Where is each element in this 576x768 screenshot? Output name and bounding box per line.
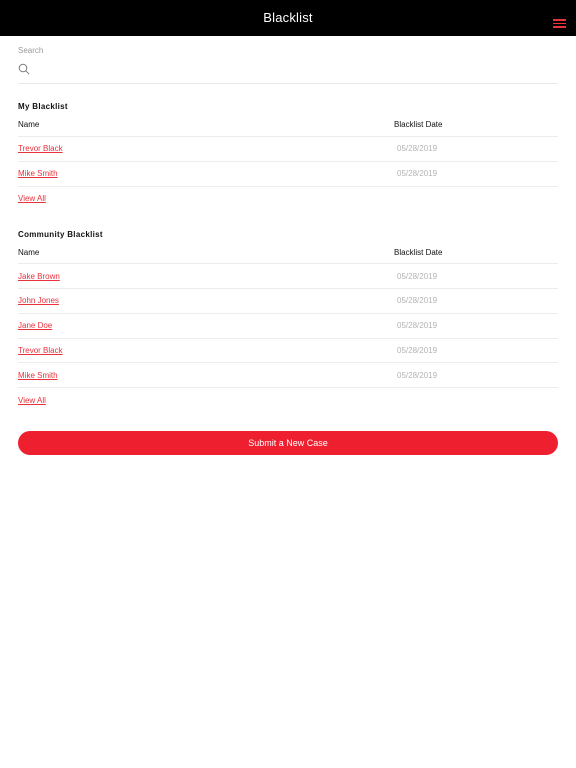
table-row: Mike Smith 05/28/2019 [18, 162, 558, 186]
divider [18, 186, 558, 187]
search-input[interactable] [36, 60, 536, 80]
community-blacklist-name-header: Name [18, 248, 40, 257]
blacklist-date: 05/28/2019 [397, 169, 438, 178]
blacklist-name-link[interactable]: Jake Brown [18, 272, 60, 281]
search-label: Search [18, 46, 44, 55]
table-row: Jake Brown 05/28/2019 [18, 265, 558, 289]
divider [18, 387, 558, 388]
blacklist-date: 05/28/2019 [397, 296, 438, 305]
hamburger-icon-line [553, 22, 566, 24]
table-row: John Jones 05/28/2019 [18, 289, 558, 313]
page-title: Blacklist [263, 10, 313, 25]
divider [18, 362, 558, 363]
community-blacklist-view-all-link[interactable]: View All [18, 396, 46, 405]
blacklist-date: 05/28/2019 [397, 346, 438, 355]
submit-new-case-button[interactable]: Submit a New Case [18, 431, 558, 455]
blacklist-name-link[interactable]: John Jones [18, 296, 59, 305]
blacklist-name-link[interactable]: Mike Smith [18, 371, 58, 380]
table-row: Jane Doe 05/28/2019 [18, 314, 558, 338]
top-bar: Blacklist [0, 0, 576, 36]
my-blacklist-view-all-link[interactable]: View All [18, 194, 46, 203]
my-blacklist-title: My Blacklist [18, 102, 68, 111]
blacklist-name-link[interactable]: Trevor Black [18, 346, 63, 355]
community-blacklist-title: Community Blacklist [18, 230, 103, 239]
search-field[interactable] [18, 60, 558, 84]
table-row: Trevor Black 05/28/2019 [18, 137, 558, 161]
blacklist-date: 05/28/2019 [397, 371, 438, 380]
hamburger-icon-line [553, 26, 566, 28]
table-row: Mike Smith 05/28/2019 [18, 364, 558, 388]
search-icon [18, 63, 30, 75]
blacklist-date: 05/28/2019 [397, 321, 438, 330]
menu-button[interactable] [553, 19, 567, 29]
blacklist-date: 05/28/2019 [397, 144, 438, 153]
blacklist-name-link[interactable]: Jane Doe [18, 321, 52, 330]
blacklist-name-link[interactable]: Trevor Black [18, 144, 63, 153]
community-blacklist-date-header: Blacklist Date [394, 248, 443, 257]
blacklist-name-link[interactable]: Mike Smith [18, 169, 58, 178]
divider [18, 263, 558, 264]
hamburger-icon [553, 19, 566, 21]
blacklist-date: 05/28/2019 [397, 272, 438, 281]
my-blacklist-date-header: Blacklist Date [394, 120, 443, 129]
table-row: Trevor Black 05/28/2019 [18, 339, 558, 363]
my-blacklist-name-header: Name [18, 120, 40, 129]
